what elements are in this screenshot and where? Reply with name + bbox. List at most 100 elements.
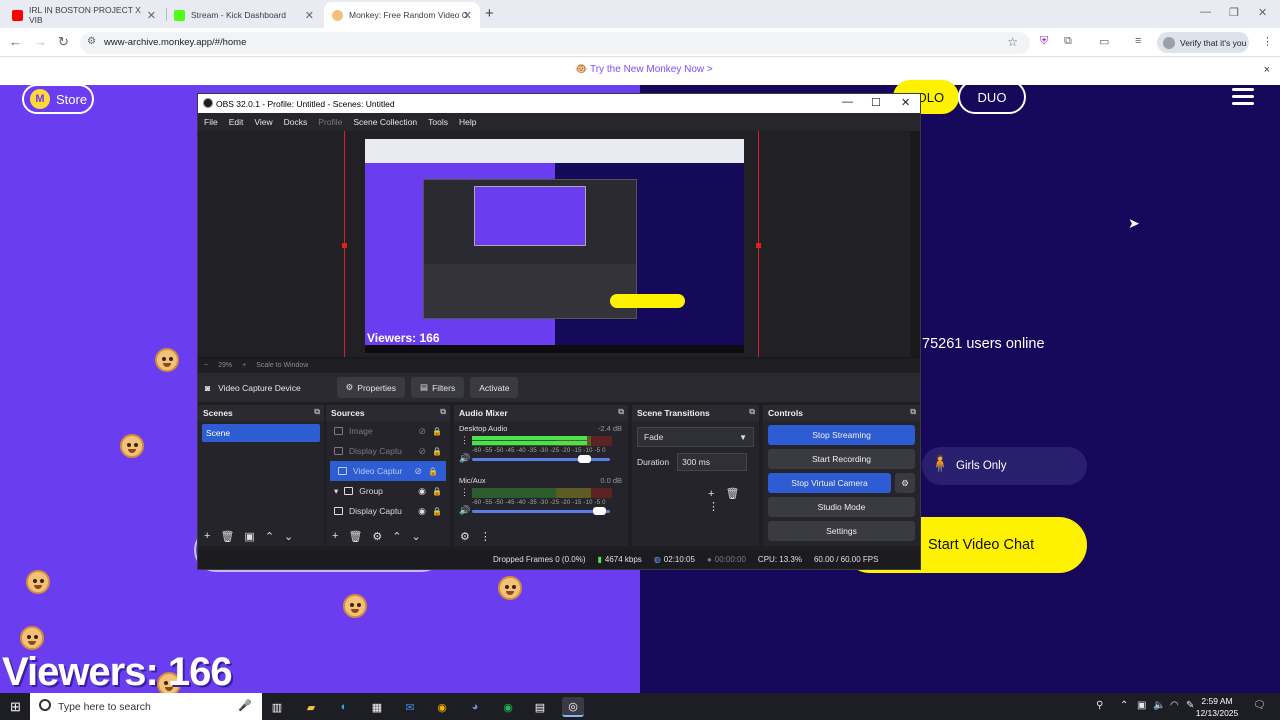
obs-taskbar-icon[interactable]: ◎	[562, 697, 584, 717]
trash-icon[interactable]: 🗑	[726, 488, 740, 500]
wifi-icon[interactable]: ◠	[1170, 700, 1179, 711]
speaker-icon[interactable]: 🔊	[459, 453, 470, 464]
obs-minimize-icon[interactable]: —	[842, 96, 853, 108]
stop-virtual-camera-button[interactable]: Stop Virtual Camera	[768, 473, 891, 493]
settings-button[interactable]: Settings	[768, 521, 915, 541]
obs-close-icon[interactable]: ✕	[901, 96, 910, 109]
hamburger-menu-icon[interactable]	[1232, 88, 1254, 106]
menu-profile[interactable]: Profile	[318, 117, 342, 127]
forward-icon[interactable]: →	[34, 34, 47, 49]
back-icon[interactable]: ←	[9, 34, 22, 49]
eye-icon[interactable]: ◉	[418, 486, 426, 497]
trash-icon[interactable]: 🗑	[348, 530, 362, 543]
popout-icon[interactable]: ⧉	[618, 407, 624, 417]
system-clock[interactable]: 2:59 AM 12/13/2025	[1193, 695, 1241, 719]
gear-icon[interactable]: ⚙	[372, 530, 382, 543]
lock-icon[interactable]: 🔒	[432, 487, 442, 496]
volume-icon[interactable]: 🔈	[1153, 700, 1165, 711]
source-item[interactable]: Display Captu ⊘ 🔒	[326, 441, 450, 461]
lock-icon[interactable]: 🔒	[428, 467, 438, 476]
tab-monkey[interactable]: Monkey: Free Random Video C ✕	[324, 2, 480, 28]
address-bar[interactable]: ⚙ www-archive.monkey.app/#/home ☆	[80, 32, 1030, 54]
menu-view[interactable]: View	[254, 117, 272, 127]
reload-icon[interactable]: ↻	[58, 34, 69, 50]
maximize-icon[interactable]: ❐	[1229, 6, 1239, 19]
virtual-camera-settings-icon[interactable]: ⚙	[895, 473, 915, 493]
banner-close-icon[interactable]: ×	[1264, 64, 1270, 76]
popout-icon[interactable]: ⧉	[910, 407, 916, 417]
zoom-out-icon[interactable]: −	[204, 362, 208, 369]
eye-icon[interactable]: ◉	[418, 506, 426, 517]
trash-icon[interactable]: 🗑	[220, 530, 234, 543]
obs-maximize-icon[interactable]: ☐	[871, 96, 881, 109]
transition-menu-icon[interactable]: ⋮	[708, 501, 719, 513]
channel-menu-icon[interactable]: ⋮	[460, 435, 469, 446]
banner-link[interactable]: 🐵 Try the New Monkey Now >	[575, 64, 713, 75]
tab-kick[interactable]: Stream - Kick Dashboard ✕	[166, 2, 322, 28]
lock-icon[interactable]: 🔒	[432, 507, 442, 516]
resize-handle[interactable]	[756, 243, 761, 248]
popout-icon[interactable]: ⧉	[314, 407, 320, 417]
resize-handle[interactable]	[342, 243, 347, 248]
popout-icon[interactable]: ⧉	[440, 407, 446, 417]
volume-knob[interactable]	[593, 507, 606, 515]
menu-file[interactable]: File	[204, 117, 218, 127]
hidden-eye-icon[interactable]: ⊘	[418, 446, 426, 457]
properties-button[interactable]: ⚙ Properties	[336, 377, 406, 398]
source-item-selected[interactable]: Video Captur ⊘ 🔒	[330, 461, 446, 481]
spotify-icon[interactable]: ◉	[497, 697, 519, 717]
mail-icon[interactable]: ✉	[399, 697, 421, 717]
activate-button[interactable]: Activate	[470, 377, 519, 398]
people-icon[interactable]: ⚲	[1096, 700, 1103, 711]
notifications-icon[interactable]: 🗨	[1253, 700, 1266, 711]
tab-youtube[interactable]: IRL IN BOSTON PROJECT X VIB ✕	[4, 2, 164, 28]
extensions-icon[interactable]: ⧉	[1064, 35, 1072, 48]
edge-icon[interactable]: ◐	[333, 697, 355, 717]
volume-slider[interactable]	[472, 510, 610, 513]
start-recording-button[interactable]: Start Recording	[768, 449, 915, 469]
chevron-down-icon[interactable]: ▾	[334, 486, 338, 497]
duo-button[interactable]: DUO	[958, 80, 1026, 114]
move-up-icon[interactable]: ⌃	[392, 530, 401, 543]
cast-icon[interactable]: ▭	[1099, 35, 1109, 48]
more-menu-icon[interactable]: ⋮	[1262, 35, 1273, 48]
studio-mode-button[interactable]: Studio Mode	[768, 497, 915, 517]
move-down-icon[interactable]: ⌄	[412, 530, 421, 543]
add-icon[interactable]: +	[708, 488, 714, 500]
hidden-eye-icon[interactable]: ⊘	[414, 466, 422, 477]
filters-button[interactable]: ▤ Filters	[411, 377, 465, 398]
menu-scene-collection[interactable]: Scene Collection	[353, 117, 417, 127]
scale-mode[interactable]: Scale to Window	[256, 362, 308, 369]
close-tab-icon[interactable]: ✕	[463, 9, 472, 22]
close-tab-icon[interactable]: ✕	[147, 9, 156, 22]
menu-help[interactable]: Help	[459, 117, 476, 127]
source-item[interactable]: Image ⊘ 🔒	[326, 421, 450, 441]
store-icon[interactable]: ▦	[366, 697, 388, 717]
source-item[interactable]: Display Captu ◉ 🔒	[326, 501, 450, 521]
verify-profile-button[interactable]: Verify that it's you	[1157, 32, 1249, 53]
add-icon[interactable]: +	[332, 530, 338, 542]
move-down-icon[interactable]: ⌄	[284, 530, 293, 543]
chrome-icon[interactable]: ◉	[431, 697, 453, 717]
menu-edit[interactable]: Edit	[229, 117, 244, 127]
add-icon[interactable]: +	[204, 530, 210, 542]
move-up-icon[interactable]: ⌃	[265, 530, 274, 543]
menu-docks[interactable]: Docks	[284, 117, 308, 127]
microphone-icon[interactable]: 🎤	[238, 699, 252, 712]
discord-icon[interactable]: ◕	[464, 697, 486, 717]
bookmark-star-icon[interactable]: ☆	[1007, 35, 1018, 49]
file-explorer-icon[interactable]: ▰	[300, 697, 322, 717]
lock-icon[interactable]: 🔒	[432, 447, 442, 456]
media-icon[interactable]: ≡	[1135, 35, 1141, 47]
speaker-icon[interactable]: 🔊	[459, 505, 470, 516]
scene-filter-icon[interactable]: ▣	[244, 530, 254, 543]
taskbar-search[interactable]: Type here to search 🎤	[30, 693, 262, 720]
lock-icon[interactable]: 🔒	[432, 427, 442, 436]
extension-shield-icon[interactable]: ⛨	[1040, 35, 1048, 48]
channel-menu-icon[interactable]: ⋮	[460, 487, 469, 498]
duration-input[interactable]: 300 ms	[677, 453, 748, 471]
store-button[interactable]: M Store	[22, 84, 94, 114]
source-item[interactable]: ▾ Group ◉ 🔒	[326, 481, 450, 501]
hidden-eye-icon[interactable]: ⊘	[418, 426, 426, 437]
zoom-in-icon[interactable]: +	[242, 362, 246, 369]
